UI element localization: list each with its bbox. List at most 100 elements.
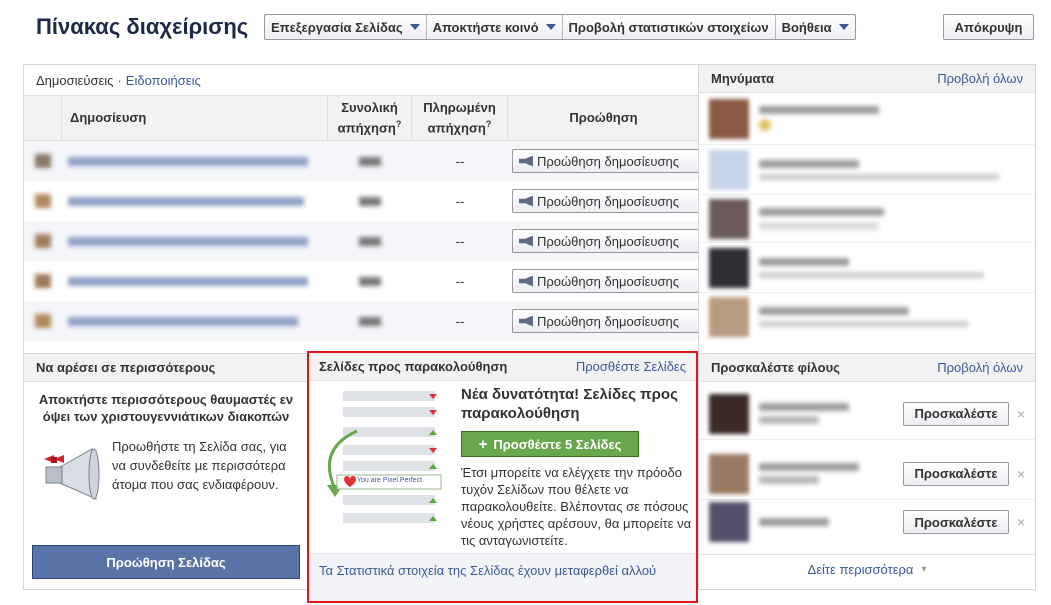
post-text[interactable] <box>62 156 328 166</box>
message-item[interactable] <box>699 243 1035 293</box>
post-text[interactable] <box>62 236 328 246</box>
see-more-label: Δείτε περισσότερα <box>807 562 914 577</box>
table-row: -- Προώθηση δημοσίευσης <box>24 301 699 341</box>
messages-view-all-link[interactable]: Προβολή όλων <box>937 71 1023 86</box>
promote-post-button[interactable]: Προώθηση δημοσίευσης <box>512 149 699 173</box>
pages-to-watch-title: Σελίδες προς παρακολούθηση <box>319 359 508 374</box>
promote-cell: Προώθηση δημοσίευσης <box>508 309 699 333</box>
col-post-label: Δημοσίευση <box>70 110 147 125</box>
insights-moved-link[interactable]: Τα Στατιστικά στοιχεία της Σελίδας έχουν… <box>319 562 669 579</box>
posts-tabs: Δημοσιεύσεις · Ειδοποιήσεις <box>24 65 699 95</box>
message-item[interactable] <box>699 93 1035 145</box>
post-total-reach <box>328 156 412 166</box>
promote-cell: Προώθηση δημοσίευσης <box>508 189 699 213</box>
table-row: -- Προώθηση δημοσίευσης <box>24 141 699 181</box>
col-promote-label: Προώθηση <box>569 110 638 125</box>
invite-button[interactable]: Προσκαλέστε <box>903 461 1009 486</box>
col-paid-reach[interactable]: Πληρωμένη απήχηση? <box>412 96 508 140</box>
invite-button[interactable]: Προσκαλέστε <box>903 510 1009 534</box>
invite-button[interactable]: Προσκαλέστε <box>903 401 1009 426</box>
posts-table-header: Δημοσίευση Συνολική απήχηση? Πληρωμένη α… <box>24 95 699 141</box>
invite-item: Προσκαλέστε × <box>699 388 1035 440</box>
messages-header: Μηνύματα Προβολή όλων <box>699 65 1035 93</box>
invite-list: Προσκαλέστε × Προσκαλέστε × Προσκαλέστε … <box>699 382 1035 544</box>
promote-cell: Προώθηση δημοσίευσης <box>508 229 699 253</box>
help-icon[interactable]: ? <box>486 119 492 129</box>
add-pages-link[interactable]: Προσθέστε Σελίδες <box>576 359 686 374</box>
avatar <box>709 502 749 542</box>
add-five-pages-button[interactable]: + Προσθέστε 5 Σελίδες <box>461 431 639 457</box>
table-row: -- Προώθηση δημοσίευσης <box>24 181 699 221</box>
posts-panel: Δημοσιεύσεις · Ειδοποιήσεις Δημοσίευση Σ… <box>23 64 699 354</box>
message-item[interactable] <box>699 195 1035 243</box>
close-icon[interactable]: × <box>1017 514 1025 530</box>
help-menu[interactable]: Βοήθεια <box>776 15 855 39</box>
tab-notifications[interactable]: Ειδοποιήσεις <box>126 73 201 88</box>
caret-down-icon: ▾ <box>921 564 927 575</box>
col-paid-label: Πληρωμένη απήχηση <box>423 99 496 136</box>
illustration-label: You are Pixel Perfect <box>357 477 423 484</box>
help-label: Βοήθεια <box>781 19 832 35</box>
edit-page-menu[interactable]: Επεξεργασία Σελίδας <box>265 15 427 39</box>
chevron-down-icon <box>545 24 556 30</box>
post-paid-reach: -- <box>455 233 465 249</box>
edit-page-label: Επεξεργασία Σελίδας <box>271 19 403 35</box>
post-total-reach <box>328 196 412 206</box>
close-icon[interactable]: × <box>1017 466 1025 482</box>
tab-posts[interactable]: Δημοσιεύσεις <box>36 73 113 88</box>
post-total-reach <box>328 236 412 246</box>
view-insights-button[interactable]: Προβολή στατιστικών στοιχείων <box>563 15 776 39</box>
build-audience-menu[interactable]: Αποκτήστε κοινό <box>427 15 563 39</box>
promote-cell: Προώθηση δημοσίευσης <box>508 269 699 293</box>
post-text[interactable] <box>62 276 328 286</box>
promote-page-button[interactable]: Προώθηση Σελίδας <box>32 545 300 579</box>
tab-separator: · <box>117 72 122 88</box>
post-paid-reach: -- <box>455 313 465 329</box>
chevron-down-icon <box>409 24 420 30</box>
megaphone-icon <box>519 195 533 207</box>
post-paid-reach: -- <box>455 273 465 289</box>
post-thumbnail <box>24 234 62 248</box>
page-title: Πίνακας διαχείρισης <box>36 14 249 39</box>
promote-post-button[interactable]: Προώθηση δημοσίευσης <box>512 269 699 293</box>
avatar <box>709 149 749 190</box>
invite-view-all-link[interactable]: Προβολή όλων <box>937 360 1023 375</box>
invite-friends-panel: Προσκαλέστε φίλους Προβολή όλων Προσκαλέσ… <box>698 353 1036 590</box>
promote-post-label: Προώθηση δημοσίευσης <box>537 233 680 249</box>
promote-post-button[interactable]: Προώθηση δημοσίευσης <box>512 309 699 333</box>
more-likes-header: Να αρέσει σε περισσότερους <box>24 354 308 382</box>
more-likes-body: Προωθήστε τη Σελίδα σας, για να συνδεθεί… <box>24 425 308 509</box>
message-item[interactable] <box>699 145 1035 195</box>
pages-to-watch-body: Έτσι μπορείτε να ελέγχετε την πρόοδο τυχ… <box>461 465 692 548</box>
col-post[interactable]: Δημοσίευση <box>62 96 328 140</box>
see-more-link[interactable]: Δείτε περισσότερα ▾ <box>699 554 1035 584</box>
message-item[interactable] <box>699 293 1035 341</box>
promote-post-button[interactable]: Προώθηση δημοσίευσης <box>512 189 699 213</box>
avatar <box>709 297 749 337</box>
close-icon[interactable]: × <box>1017 406 1025 422</box>
avatar <box>709 393 749 434</box>
invite-item: Προσκαλέστε × <box>699 448 1035 500</box>
invite-friends-title: Προσκαλέστε φίλους <box>711 360 840 375</box>
post-paid-reach: -- <box>455 193 465 209</box>
help-icon[interactable]: ? <box>396 119 402 129</box>
plus-icon: + <box>478 435 488 453</box>
hide-button[interactable]: Απόκρυψη <box>943 14 1034 40</box>
col-total-reach[interactable]: Συνολική απήχηση? <box>328 96 412 140</box>
promote-post-button[interactable]: Προώθηση δημοσίευσης <box>512 229 699 253</box>
post-thumbnail <box>24 194 62 208</box>
promote-cell: Προώθηση δημοσίευσης <box>508 149 699 173</box>
post-paid-reach: -- <box>455 153 465 169</box>
post-text[interactable] <box>62 316 328 326</box>
megaphone-icon <box>519 155 533 167</box>
pages-to-watch-panel: Σελίδες προς παρακολούθηση Προσθέστε Σελί… <box>307 351 698 603</box>
invite-friends-header: Προσκαλέστε φίλους Προβολή όλων <box>699 354 1035 382</box>
table-row: -- Προώθηση δημοσίευσης <box>24 261 699 301</box>
pages-to-watch-header: Σελίδες προς παρακολούθηση Προσθέστε Σελί… <box>309 353 696 381</box>
promote-post-label: Προώθηση δημοσίευσης <box>537 273 680 289</box>
megaphone-gift-icon <box>32 437 112 509</box>
pages-watch-illustration: You are Pixel Perfect <box>313 389 447 549</box>
post-text[interactable] <box>62 196 328 206</box>
pages-to-watch-heading: Νέα δυνατότητα! Σελίδες προς παρακολούθη… <box>461 386 678 422</box>
promote-post-label: Προώθηση δημοσίευσης <box>537 313 680 329</box>
